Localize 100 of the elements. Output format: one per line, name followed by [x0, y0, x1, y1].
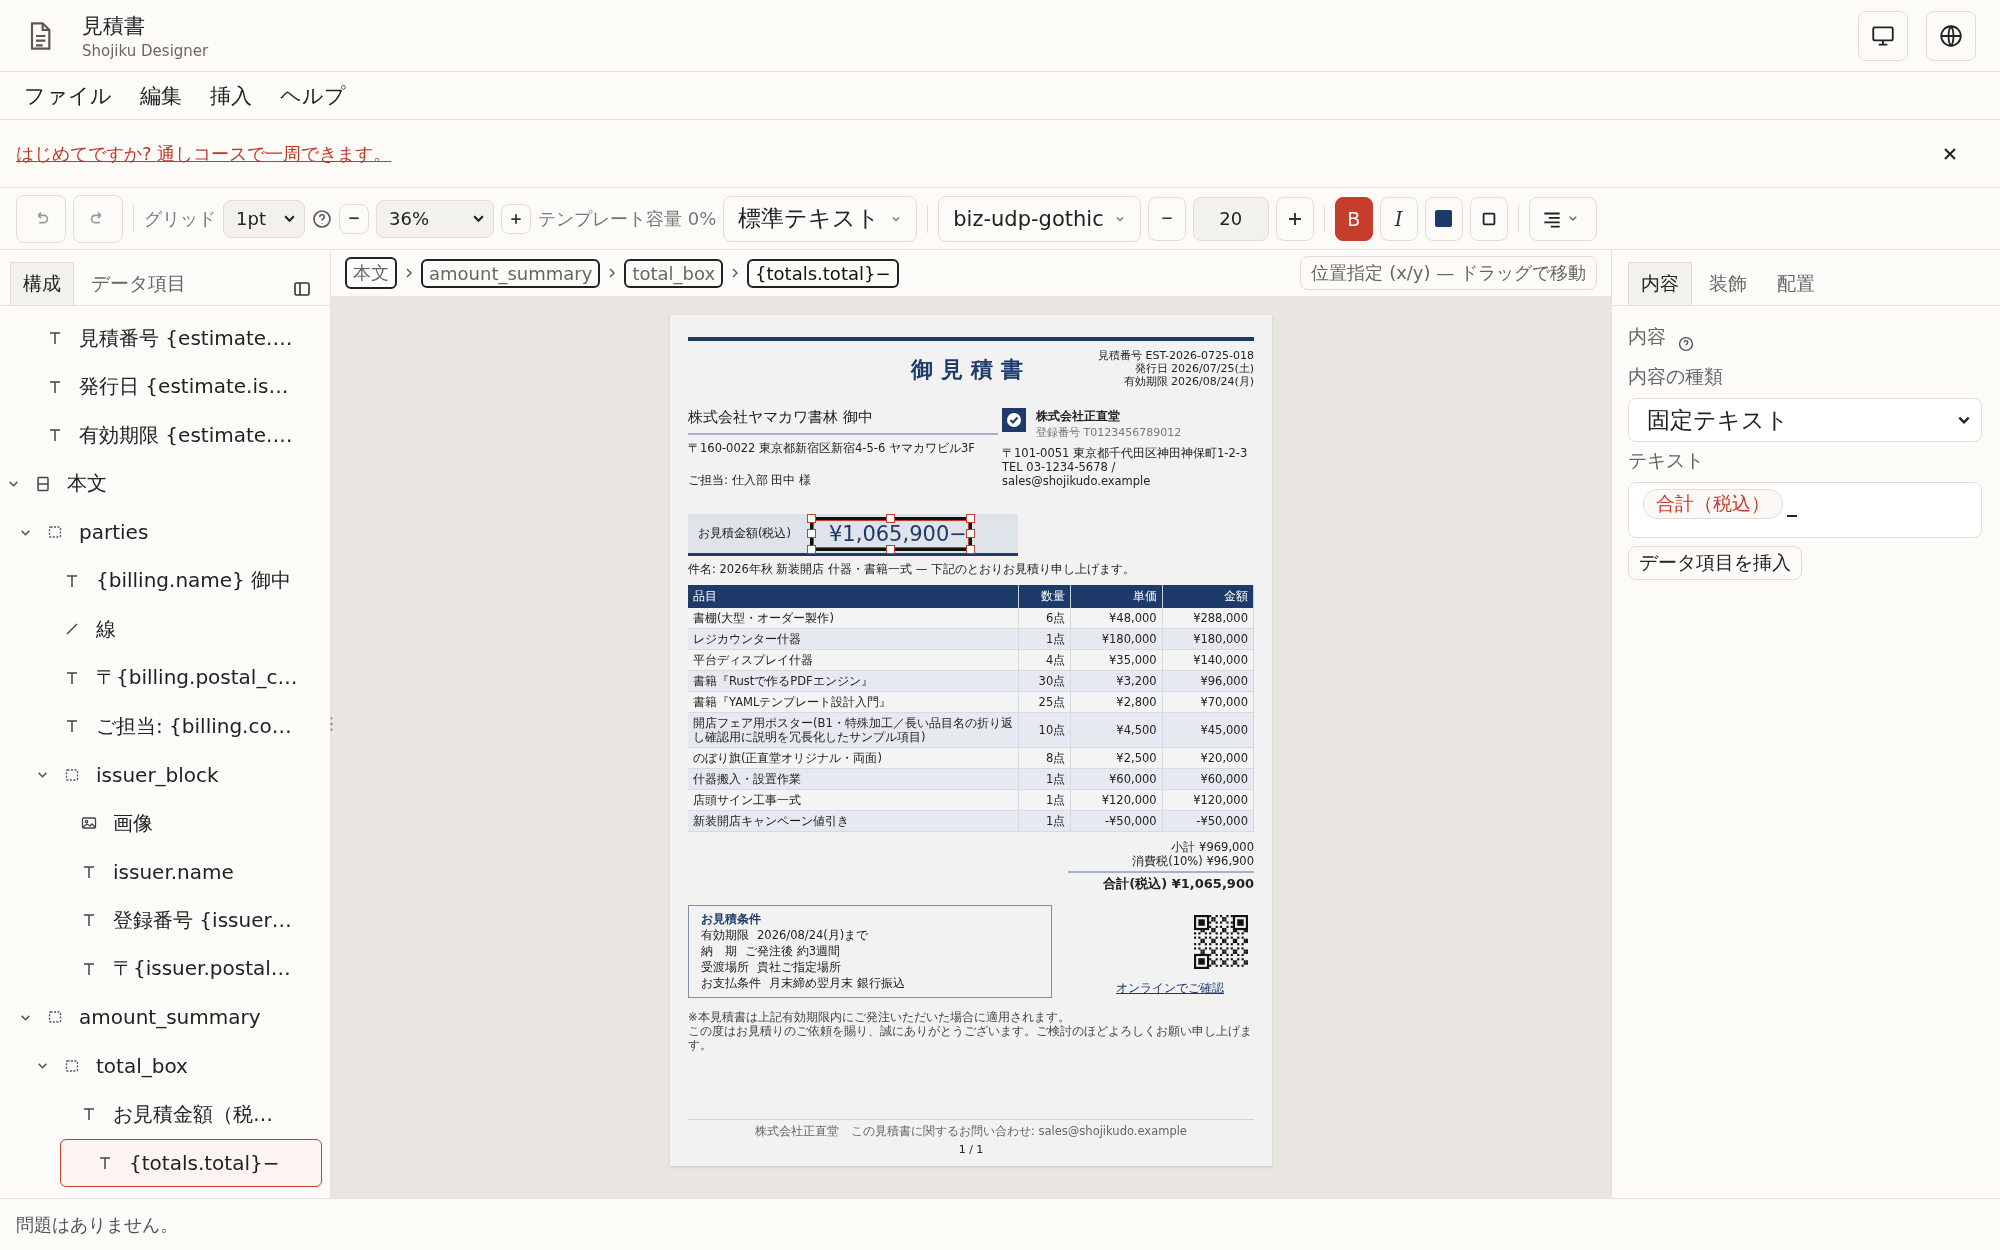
tree-item[interactable]: 見積番号 {estimate.… [0, 314, 322, 363]
table-cell: 什器搬入・設置作業 [688, 768, 1019, 790]
menu-item[interactable]: ファイル [24, 81, 112, 110]
subject-text: 件名: 2026年秋 新装開店 什器・書籍一式 — 下記のとおりお見積り申し上げます。 [688, 562, 1136, 577]
chevron-icon [608, 267, 617, 279]
table-cell: 10点 [1018, 712, 1071, 748]
breadcrumb[interactable]: {totals.total}− [747, 258, 899, 288]
help-icon[interactable] [1678, 336, 1694, 352]
tree-item[interactable]: amount_summary [0, 993, 322, 1042]
tree-item[interactable]: 〒{issuer.postal… [0, 944, 322, 993]
tree-item[interactable]: parties [0, 508, 322, 557]
issuer-address: 〒101-0051 東京都千代田区神田神保町1-2-3 [1002, 446, 1249, 460]
subtotal-text: 小計 ¥969,000 [1171, 840, 1254, 854]
tree-item[interactable]: お見積金額（税… [0, 1090, 322, 1139]
table-cell: ¥4,500 [1070, 712, 1163, 748]
close-icon[interactable] [1942, 145, 1958, 162]
panel-toggle-icon[interactable] [292, 279, 312, 299]
issuer-name: 株式会社正直堂 [1036, 408, 1121, 425]
menu-item[interactable]: 挿入 [210, 81, 252, 110]
tree-item[interactable]: 登録番号 {issuer… [0, 896, 322, 945]
tree-item[interactable]: {billing.name} 御中 [0, 556, 322, 605]
inspector-tab[interactable]: 内容 [1628, 262, 1692, 305]
section-label: 内容 [1628, 324, 1666, 349]
breadcrumb[interactable]: total_box [624, 258, 724, 288]
condition-label: 受渡場所 [701, 959, 749, 975]
text-field[interactable]: 合計（税込） [1628, 482, 1982, 538]
table-cell: 書籍『YAMLテンプレート設計入門』 [688, 691, 1019, 713]
billing-name: 株式会社ヤマカワ書林 御中 [688, 408, 874, 427]
tree-item[interactable]: 発行日 {estimate.is… [0, 362, 322, 411]
condition-label: 有効期限 [701, 927, 749, 943]
check-logo-icon [1002, 408, 1026, 432]
bold-button[interactable]: B [1334, 196, 1373, 241]
conditions-title: お見積条件 [701, 911, 762, 927]
tree-item[interactable]: 〒{billing.postal_c… [0, 653, 322, 702]
tree-item[interactable]: total_box [0, 1041, 322, 1090]
table-cell: 書棚(大型・オーダー製作) [688, 608, 1019, 629]
condition-value: 月末締め翌月末 銀行振込 [769, 975, 905, 991]
zoom-in-button[interactable] [501, 203, 531, 234]
tax-text: 消費税(10%) ¥96,900 [1132, 854, 1254, 868]
billing-address: 〒160-0022 東京都新宿区新宿4-5-6 ヤマカワビル3F [688, 441, 976, 455]
breadcrumb[interactable]: amount_summary [421, 258, 601, 288]
increase-size-button[interactable] [1275, 196, 1314, 241]
inspector-tab[interactable]: 装飾 [1696, 262, 1760, 305]
breadcrumb[interactable]: 本文 [345, 257, 397, 289]
amount-value[interactable]: ¥1,065,900− [810, 516, 972, 551]
tree-item[interactable]: 有効期限 {estimate.… [0, 411, 322, 460]
online-link[interactable]: オンラインでご確認 [1116, 981, 1224, 996]
tree-item[interactable]: ご担当: {billing.co… [0, 702, 322, 751]
tree-item[interactable]: {totals.total}− [60, 1138, 322, 1187]
template-capacity: テンプレート容量 0% [538, 206, 717, 231]
insert-data-button[interactable]: データ項目を挿入 [1628, 546, 1802, 580]
content-type-select[interactable]: 固定テキスト [1628, 398, 1982, 442]
issuer-registration: 登録番号 T0123456789012 [1036, 425, 1182, 440]
content-type-label: 内容の種類 [1628, 364, 1723, 389]
menu-item[interactable]: 編集 [140, 81, 182, 110]
grid-select[interactable]: 1pt [223, 199, 305, 238]
issuer-contact: TEL 03-1234-5678 / sales@shojikudo.example [1002, 460, 1152, 488]
font-dropdown[interactable]: biz-udp-gothic [938, 195, 1141, 242]
tree-item[interactable]: issuer.name [0, 847, 322, 896]
condition-value: 2026/08/24(月)まで [757, 927, 869, 943]
align-dropdown[interactable] [1528, 196, 1597, 241]
total-text: 合計(税込) ¥1,065,900 [1068, 871, 1254, 891]
table-cell: 店頭サイン工事一式 [688, 789, 1019, 811]
tree-item[interactable]: 画像 [0, 799, 322, 848]
text-label: テキスト [1628, 448, 1704, 473]
italic-button[interactable]: I [1379, 196, 1418, 241]
table-cell: 平台ディスプレイ什器 [688, 649, 1019, 671]
position-button[interactable]: 位置指定 (x/y) — ドラッグで移動 [1300, 256, 1597, 290]
menu-item[interactable]: ヘルプ [280, 81, 346, 110]
table-cell: 新装開店キャンペーン値引き [688, 810, 1019, 832]
condition-value: 貴社ご指定場所 [757, 959, 841, 975]
table-cell: ¥48,000 [1070, 608, 1163, 629]
page-number: 1 / 1 [957, 1143, 985, 1156]
sidebar-tab[interactable]: 構成 [10, 262, 74, 305]
language-button[interactable] [1926, 10, 1976, 61]
font-size-field[interactable]: 20 [1192, 196, 1269, 241]
sidebar-tab[interactable]: データ項目 [78, 262, 199, 305]
amount-label: お見積金額(税込) [697, 526, 792, 541]
table-cell: ¥288,000 [1162, 608, 1254, 629]
billing-contact: ご担当: 仕入部 田中 様 [688, 473, 812, 487]
tree-item[interactable]: 本文 [0, 459, 322, 508]
data-chip[interactable]: 合計（税込） [1643, 489, 1783, 519]
tree-item[interactable]: 線 [0, 605, 322, 654]
monitor-button[interactable] [1858, 10, 1908, 61]
help-icon[interactable] [312, 208, 332, 229]
border-button[interactable] [1469, 196, 1508, 241]
tour-link[interactable]: はじめてですか? 通しコースで一周できます。 [16, 141, 392, 166]
inspector-tab[interactable]: 配置 [1764, 262, 1828, 305]
zoom-select[interactable]: 36% [376, 199, 494, 238]
text-color-button[interactable] [1424, 196, 1463, 241]
resize-handle[interactable] [885, 544, 895, 554]
color-swatch [1435, 210, 1453, 227]
condition-label: 納 期 [701, 943, 737, 959]
table-cell: 6点 [1018, 608, 1071, 629]
resize-handle[interactable] [885, 513, 895, 523]
column-header: 単価 [1070, 585, 1163, 608]
tree-item[interactable]: issuer_block [0, 750, 322, 799]
minus-icon [1159, 217, 1174, 220]
table-cell: 開店フェア用ポスター(B1・特殊加工／長い品目名の折り返し確認用に説明を冗長化したサンプル項目) [688, 712, 1019, 748]
style-dropdown[interactable]: 標準テキスト [723, 195, 918, 242]
